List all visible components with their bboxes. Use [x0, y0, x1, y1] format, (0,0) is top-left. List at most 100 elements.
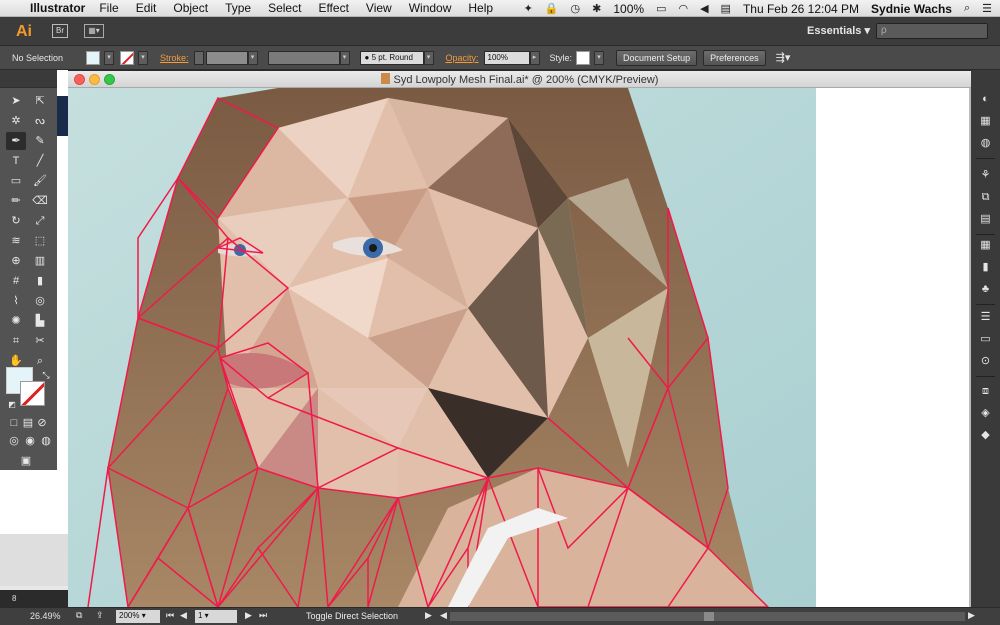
document-setup-button[interactable]: Document Setup [616, 49, 698, 66]
brushes-icon[interactable]: ⚘ [978, 168, 993, 182]
transparency-icon[interactable]: ♣ [978, 282, 993, 296]
none-mode-icon[interactable]: ⊘ [32, 414, 52, 432]
pen-tool-icon[interactable]: ✒ [6, 132, 26, 150]
menu-window[interactable]: Window [409, 1, 452, 15]
scroll-right-icon[interactable]: ▶ [968, 610, 975, 621]
type-tool-icon[interactable]: T [6, 152, 26, 170]
rectangle-tool-icon[interactable]: ▭ [6, 172, 26, 190]
mesh-tool-icon[interactable]: # [6, 272, 26, 290]
stroke-panel-icon[interactable]: ▦ [978, 238, 993, 252]
eyedropper-tool-icon[interactable]: ⌇ [6, 292, 26, 310]
stroke-color-box[interactable] [20, 381, 45, 406]
artboard-tool-icon[interactable]: ⌗ [6, 332, 26, 350]
stroke-dropdown-icon[interactable]: ▾ [138, 50, 148, 65]
paintbrush-tool-icon[interactable]: 🖌 [30, 172, 50, 190]
arrange-documents-icon[interactable]: ▦▾ [84, 24, 104, 38]
horizontal-scrollbar[interactable] [450, 612, 965, 621]
arrange-icon[interactable]: ⇶▾ [776, 51, 791, 64]
direct-selection-tool-icon[interactable]: ⇱ [30, 92, 50, 110]
flag-icon[interactable]: ▤ [721, 2, 731, 15]
volume-icon[interactable]: ◀ [700, 2, 708, 15]
eraser-tool-icon[interactable]: ⌫ [30, 192, 50, 210]
wifi-icon[interactable]: ◠ [678, 2, 688, 15]
stroke-weight-stepper[interactable] [193, 50, 204, 65]
pencil-tool-icon[interactable]: ✏ [6, 192, 26, 210]
graphic-styles-icon[interactable]: ▤ [978, 212, 993, 226]
color-guide-icon[interactable]: ▦ [978, 114, 993, 128]
notification-center-icon[interactable]: ☰ [982, 2, 992, 15]
brush-definition[interactable]: ● 5 pt. Round [359, 50, 424, 65]
stroke-weight-field[interactable] [205, 50, 248, 65]
spotlight-icon[interactable]: ⌕ [964, 2, 970, 15]
gradient-panel-icon[interactable]: ▮ [978, 260, 993, 274]
workspace-icon[interactable]: ⧉ [76, 610, 82, 621]
menu-edit[interactable]: Edit [136, 1, 157, 15]
bridge-button[interactable]: Br [52, 24, 68, 38]
links-icon[interactable]: ◈ [978, 406, 993, 420]
document-titlebar[interactable]: Syd Lowpoly Mesh Final.ai* @ 200% (CMYK/… [68, 71, 971, 88]
shape-builder-tool-icon[interactable]: ⊕ [6, 252, 26, 270]
layers-icon[interactable]: ◆ [978, 428, 993, 442]
workspace-switcher[interactable]: Essentials ▾ [807, 24, 870, 37]
clock[interactable]: Thu Feb 26 12:04 PM [743, 2, 859, 16]
selection-tool-icon[interactable]: ➤ [6, 92, 26, 110]
dropbox-icon[interactable]: ✦ [524, 2, 533, 15]
share-icon[interactable]: ⇪ [96, 610, 104, 621]
fill-swatch[interactable] [86, 50, 100, 65]
transform-icon[interactable]: ▭ [978, 332, 993, 346]
menu-type[interactable]: Type [225, 1, 251, 15]
first-artboard-icon[interactable]: ⏮ [166, 610, 174, 621]
opacity-label[interactable]: Opacity: [446, 53, 479, 63]
free-transform-tool-icon[interactable]: ⬚ [30, 232, 50, 250]
battery-percent[interactable]: 100% [613, 2, 644, 16]
scroll-left-icon[interactable]: ◀ [440, 610, 447, 621]
menu-select[interactable]: Select [268, 1, 301, 15]
color-panel-icon[interactable]: ◐ [978, 92, 993, 106]
style-dropdown-icon[interactable]: ▾ [594, 50, 605, 65]
perspective-grid-tool-icon[interactable]: ▥ [30, 252, 50, 270]
status-menu-icon[interactable]: ▶ [425, 610, 432, 621]
menu-file[interactable]: File [99, 1, 118, 15]
opacity-field[interactable]: 100% [483, 50, 530, 65]
app-menu[interactable]: Illustrator [30, 1, 85, 15]
swap-fill-stroke-icon[interactable]: ⤡ [36, 366, 56, 384]
slice-tool-icon[interactable]: ✂ [30, 332, 50, 350]
stroke-swatch[interactable] [120, 50, 134, 65]
default-colors-icon[interactable]: ◩ [2, 396, 22, 414]
battery-icon[interactable]: ▭ [656, 2, 666, 15]
menu-view[interactable]: View [366, 1, 392, 15]
blend-tool-icon[interactable]: ◎ [30, 292, 50, 310]
time-machine-icon[interactable]: ◷ [571, 2, 581, 15]
symbols-icon[interactable]: ⧉ [978, 190, 993, 204]
horizontal-scroll-thumb[interactable] [704, 612, 714, 621]
tools-panel-header[interactable] [0, 70, 57, 88]
graphic-style-swatch[interactable] [576, 50, 591, 65]
search-input[interactable]: ρ [876, 23, 988, 39]
align-icon[interactable]: ☰ [978, 310, 993, 324]
artboard-canvas[interactable] [68, 88, 816, 607]
bluetooth-icon[interactable]: ✱ [592, 2, 601, 15]
user-name[interactable]: Sydnie Wachs [871, 2, 952, 16]
magic-wand-tool-icon[interactable]: ✲ [6, 112, 26, 130]
next-artboard-icon[interactable]: ▶ [245, 610, 252, 621]
status-text[interactable]: Toggle Direct Selection [306, 611, 398, 621]
stroke-label[interactable]: Stroke: [160, 53, 189, 63]
lasso-tool-icon[interactable]: ᔓ [30, 112, 50, 130]
column-graph-tool-icon[interactable]: ▙ [30, 312, 50, 330]
lock-icon[interactable]: 🔒 [545, 2, 559, 15]
preferences-button[interactable]: Preferences [703, 49, 766, 66]
symbol-sprayer-tool-icon[interactable]: ✺ [6, 312, 26, 330]
artboard-pasteboard[interactable] [816, 88, 971, 607]
draw-inside-icon[interactable]: ◍ [36, 432, 56, 450]
brush-dropdown-icon[interactable]: ▾ [423, 50, 434, 65]
menu-effect[interactable]: Effect [318, 1, 348, 15]
menu-help[interactable]: Help [468, 1, 493, 15]
pathfinder-icon[interactable]: ⊙ [978, 354, 993, 368]
profile-dropdown-icon[interactable]: ▾ [339, 50, 350, 65]
menu-object[interactable]: Object [173, 1, 208, 15]
zoom-select[interactable]: 200% ▾ [116, 610, 160, 623]
artboard-select[interactable]: 1 ▾ [195, 610, 237, 623]
fill-dropdown-icon[interactable]: ▾ [104, 50, 114, 65]
stroke-weight-dropdown-icon[interactable]: ▾ [247, 50, 258, 65]
width-tool-icon[interactable]: ≋ [6, 232, 26, 250]
